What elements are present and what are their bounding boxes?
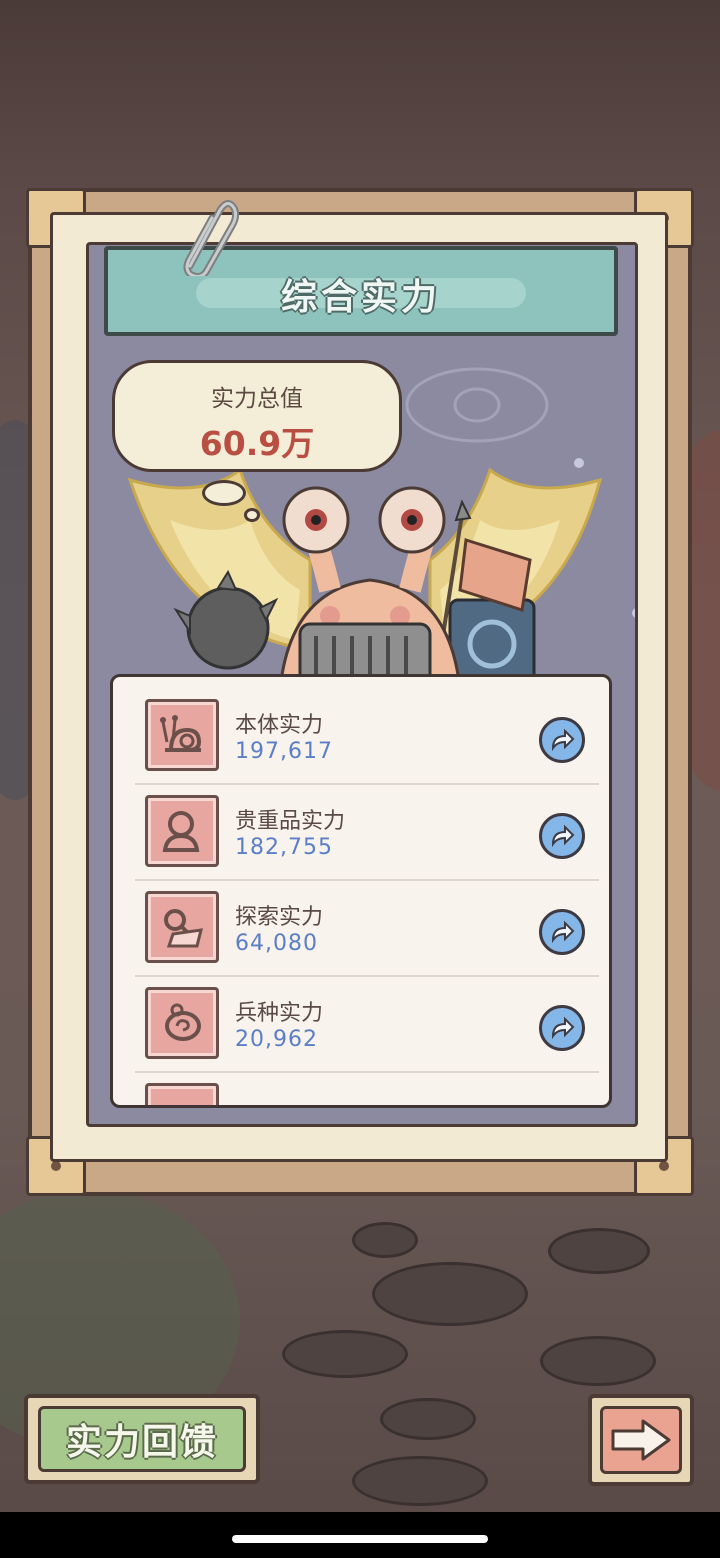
curved-arrow-right-icon [551, 824, 575, 848]
total-power-value: 60.9万 [199, 424, 315, 463]
statue-bust-icon [145, 795, 219, 867]
stat-name: 探索实力 [235, 905, 324, 930]
curved-arrow-right-icon [551, 920, 575, 944]
stat-value: 64,080 [235, 931, 318, 956]
next-button[interactable] [588, 1394, 694, 1486]
stat-name: 贵重品实力 [235, 809, 346, 834]
next-button-face [600, 1406, 682, 1474]
background-stone [352, 1456, 488, 1506]
background-stone [380, 1398, 476, 1440]
list-item: 贵重品实力 182,755 [113, 773, 609, 869]
snail-knight-illustration [127, 467, 603, 690]
stat-value: 197,617 [235, 739, 333, 764]
background-stone [282, 1330, 408, 1378]
stat-value: 182,755 [235, 835, 333, 860]
magnifier-map-icon [145, 891, 219, 963]
goto-button[interactable] [539, 909, 585, 955]
curved-arrow-right-icon [551, 1016, 575, 1040]
list-item: 本体实力 197,617 [113, 677, 609, 773]
ammonite-icon [145, 987, 219, 1059]
goto-button[interactable] [539, 717, 585, 763]
game-screen: 综合实力 实力总值 60.9万 本体实力 197,617 贵重品实力 182,7… [0, 0, 720, 1558]
paperclip-icon [183, 200, 240, 276]
stat-name: 本体实力 [235, 713, 324, 738]
background-stone [372, 1262, 528, 1326]
thought-bubble-dot [244, 508, 260, 522]
stat-name: 兵种实力 [235, 1001, 324, 1026]
power-feedback-button[interactable]: 实力回馈 [24, 1394, 260, 1484]
curved-arrow-right-icon [551, 728, 575, 752]
list-item: 兵种实力 20,962 [113, 965, 609, 1061]
arrow-right-icon [611, 1419, 671, 1461]
power-feedback-button-face: 实力回馈 [38, 1406, 246, 1472]
power-feedback-label: 实力回馈 [65, 1422, 218, 1463]
list-item-partial [113, 1061, 609, 1105]
background-stone [352, 1222, 418, 1258]
list-item: 探索实力 64,080 [113, 869, 609, 965]
total-power-bubble: 实力总值 60.9万 [112, 360, 402, 472]
stat-value: 20,962 [235, 1027, 318, 1052]
goto-button[interactable] [539, 1005, 585, 1051]
background-stone [548, 1228, 650, 1274]
goto-button[interactable] [539, 813, 585, 859]
background-stone [540, 1336, 656, 1386]
total-power-label: 实力总值 [211, 386, 303, 412]
snail-icon [145, 699, 219, 771]
list-item-icon [145, 1083, 219, 1105]
home-indicator[interactable] [232, 1535, 488, 1543]
power-breakdown-list[interactable]: 本体实力 197,617 贵重品实力 182,755 探索实力 64,080 兵… [110, 674, 612, 1108]
thought-bubble-dot [202, 480, 246, 506]
